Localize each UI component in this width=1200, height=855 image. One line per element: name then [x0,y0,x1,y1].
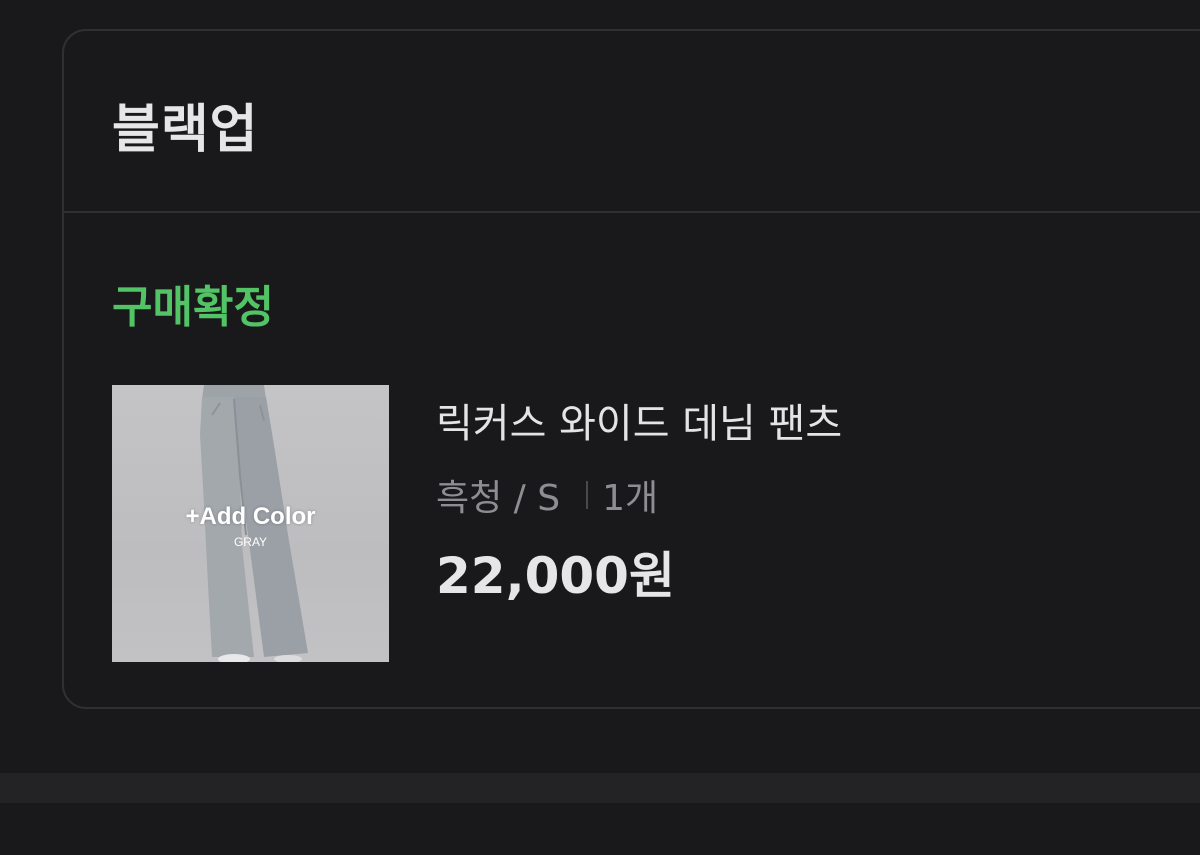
product-option: 흑청 / S [436,478,561,519]
section-divider [0,773,1200,803]
product-name[interactable]: 릭커스 와이드 데님 팬츠 [436,391,842,449]
order-status-label: 구매확정 [112,282,274,333]
product-price: 22,000원 [436,547,675,605]
product-option-row: 흑청 / S 1개 [436,469,658,521]
product-thumbnail[interactable]: +Add Color GRAY [112,385,389,662]
order-card[interactable]: 블랙업 구매확정 +Add Color GRAY 릭커스 와이드 데님 팬츠 흑… [62,29,1200,709]
order-history-page: 블랙업 구매확정 +Add Color GRAY 릭커스 와이드 데님 팬츠 흑… [0,0,1200,855]
shop-name[interactable]: 블랙업 [112,87,259,162]
product-quantity: 1개 [602,478,659,519]
order-card-header: 블랙업 [64,31,1200,213]
option-divider [586,481,589,509]
thumbnail-overlay-title: +Add Color [185,503,316,530]
thumbnail-overlay-subtitle: GRAY [233,535,268,549]
